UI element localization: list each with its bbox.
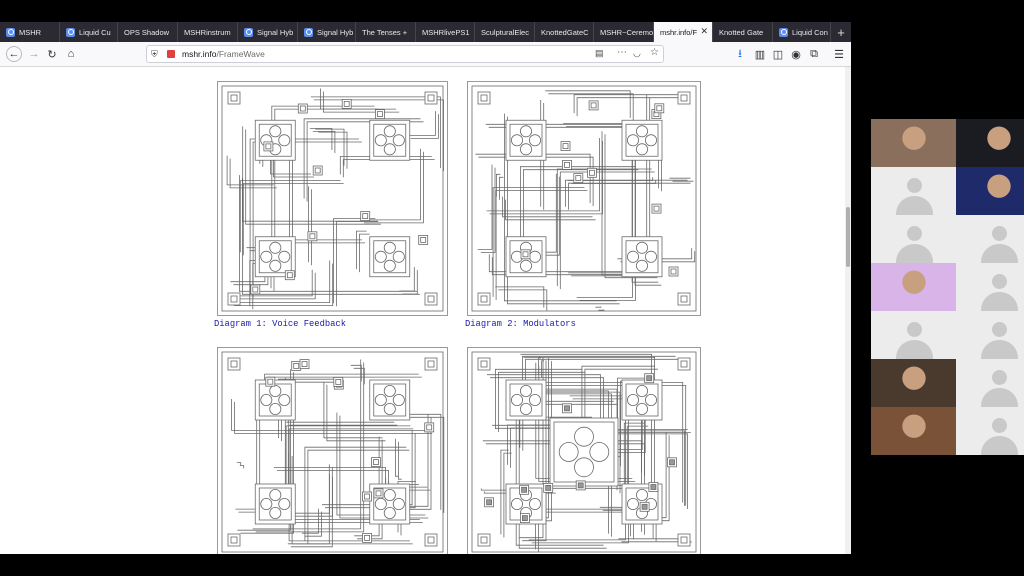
- tab-mshrliveps1[interactable]: MSHRlivePS1: [416, 22, 475, 42]
- person-avatar-icon: [907, 226, 922, 241]
- tab-mshr-framewave[interactable]: mshr.info/F ✕: [654, 22, 713, 42]
- person-avatar-icon: [907, 178, 922, 193]
- person-avatar-body: [896, 340, 933, 359]
- diagram-graphic: [221, 85, 444, 312]
- tab-the-tenses[interactable]: The Tenses +: [356, 22, 416, 42]
- participant-placeholder-tile[interactable]: [871, 215, 957, 263]
- participant-video-tile[interactable]: [871, 407, 957, 455]
- address-bar[interactable]: ⛨ mshr.info/FrameWave ▤ ⋯ ◡ ☆: [146, 45, 664, 63]
- site-icon: [6, 27, 15, 37]
- menu-icon[interactable]: ☰: [831, 46, 847, 62]
- sidebar-icon[interactable]: ◫: [770, 46, 786, 62]
- tab-mshr-ceremo[interactable]: MSHR~Ceremo: [594, 22, 654, 42]
- diagram-graphic: [221, 351, 445, 553]
- participant-video-tile[interactable]: [956, 167, 1024, 215]
- person-avatar-body: [981, 340, 1018, 359]
- site-icon: [66, 27, 75, 37]
- participant-placeholder-tile[interactable]: [956, 407, 1024, 455]
- person-avatar-icon: [992, 322, 1007, 337]
- tab-liquid-cu[interactable]: Liquid Cu: [60, 22, 118, 42]
- site-icon: [779, 27, 788, 37]
- person-avatar-body: [981, 436, 1018, 455]
- diagram-voice-feedback: [217, 81, 448, 316]
- participant-video-tile[interactable]: [871, 263, 957, 311]
- caption-diagram-1[interactable]: Diagram 1: Voice Feedback: [214, 319, 346, 329]
- new-tab-button[interactable]: +: [831, 22, 851, 42]
- tab-ops-shadow[interactable]: OPS Shadow: [118, 22, 178, 42]
- back-arrow-icon[interactable]: ←: [6, 46, 22, 62]
- diagram-3: [217, 347, 448, 554]
- person-avatar-icon: [907, 322, 922, 337]
- caption-diagram-2[interactable]: Diagram 2: Modulators: [465, 319, 576, 329]
- participant-placeholder-tile[interactable]: [956, 359, 1024, 407]
- person-avatar-icon: [992, 274, 1007, 289]
- participant-placeholder-tile[interactable]: [956, 263, 1024, 311]
- account-icon[interactable]: ◉: [788, 46, 804, 62]
- page-content: Diagram 1: Voice Feedback Diagram 2: Mod…: [0, 67, 845, 554]
- tab-signal-hyb-1[interactable]: Signal Hyb: [238, 22, 298, 42]
- library-icon[interactable]: ▥: [752, 46, 768, 62]
- home-icon[interactable]: ⌂: [63, 46, 79, 62]
- person-avatar-icon: [992, 226, 1007, 241]
- participant-placeholder-tile[interactable]: [871, 167, 957, 215]
- person-avatar-body: [896, 244, 933, 263]
- extensions-icon[interactable]: ⧉: [806, 46, 822, 62]
- site-icon: [244, 27, 253, 37]
- tab-bar: MSHR Liquid Cu OPS Shadow MSHRinstrum Si…: [0, 22, 851, 42]
- participant-video-tile[interactable]: [871, 359, 957, 407]
- bookmark-star-icon[interactable]: ☆: [650, 47, 659, 58]
- pocket-icon[interactable]: ◡: [633, 48, 641, 59]
- tab-knotted-gate[interactable]: Knotted Gate: [713, 22, 773, 42]
- scrollbar-thumb[interactable]: [846, 207, 850, 267]
- person-avatar-body: [981, 388, 1018, 407]
- participant-video-tile[interactable]: [871, 119, 957, 167]
- participant-placeholder-tile[interactable]: [956, 311, 1024, 359]
- tab-signal-hyb-2[interactable]: Signal Hyb: [298, 22, 356, 42]
- more-actions-icon[interactable]: ⋯: [617, 47, 627, 58]
- url-text: mshr.info/FrameWave: [182, 49, 265, 59]
- person-avatar-icon: [992, 418, 1007, 433]
- participant-placeholder-tile[interactable]: [871, 311, 957, 359]
- reader-view-icon[interactable]: ▤: [595, 48, 604, 59]
- shield-icon[interactable]: ⛨: [151, 49, 158, 60]
- insecure-site-icon[interactable]: [167, 50, 175, 58]
- reload-icon[interactable]: ↻: [44, 46, 60, 62]
- close-tab-icon[interactable]: ✕: [700, 26, 708, 37]
- diagram-modulators: [467, 81, 701, 316]
- tab-liquid-con[interactable]: Liquid Con: [773, 22, 831, 42]
- diagram-4: [467, 347, 701, 554]
- person-avatar-body: [981, 244, 1018, 263]
- forward-arrow-icon[interactable]: →: [26, 46, 42, 62]
- participant-video-tile[interactable]: [956, 119, 1024, 167]
- person-avatar-icon: [992, 370, 1007, 385]
- video-call-gallery: [852, 119, 1024, 456]
- tab-mshrinstrum[interactable]: MSHRinstrum: [178, 22, 238, 42]
- download-icon[interactable]: ⭳: [732, 46, 748, 62]
- tab-sculpturalelec[interactable]: SculpturalElec: [475, 22, 535, 42]
- browser-window: MSHR Liquid Cu OPS Shadow MSHRinstrum Si…: [0, 22, 851, 554]
- navigation-toolbar: ← → ↻ ⌂ ⛨ mshr.info/FrameWave ▤ ⋯ ◡ ☆ ⭳ …: [0, 42, 851, 67]
- person-avatar-body: [896, 196, 933, 215]
- page-scrollbar[interactable]: [845, 67, 851, 554]
- tab-knottedgate[interactable]: KnottedGateC: [535, 22, 594, 42]
- diagram-graphic: [471, 351, 697, 553]
- site-icon: [304, 27, 313, 37]
- tab-mshr[interactable]: MSHR: [0, 22, 60, 42]
- participant-placeholder-tile[interactable]: [956, 215, 1024, 263]
- person-avatar-body: [981, 292, 1018, 311]
- diagram-graphic: [471, 85, 697, 312]
